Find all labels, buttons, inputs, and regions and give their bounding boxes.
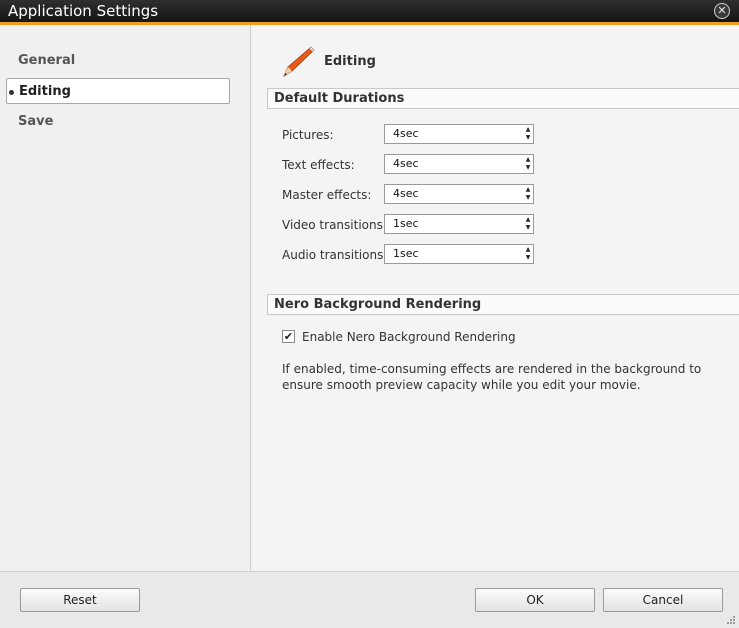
window-title: Application Settings (8, 2, 159, 20)
content-panel: Editing Default Durations Pictures: 4sec… (252, 25, 739, 571)
spinner-value: 1sec (393, 217, 419, 230)
sidebar-item-save[interactable]: Save (6, 109, 230, 135)
page-title: Editing (324, 54, 376, 69)
spinner-value: 4sec (393, 157, 419, 170)
field-label-text-effects: Text effects: (282, 158, 355, 172)
video-transitions-duration-spinner[interactable]: 1sec ▲ ▼ (384, 214, 534, 234)
footer-bar: Reset OK Cancel (0, 571, 739, 628)
enable-background-rendering-checkbox[interactable]: ✔ (282, 330, 295, 343)
spinner-value: 4sec (393, 127, 419, 140)
enable-background-rendering-label[interactable]: Enable Nero Background Rendering (302, 330, 516, 344)
sidebar: General Editing Save (0, 25, 251, 571)
spinner-arrows-icon[interactable]: ▲ ▼ (525, 156, 531, 172)
spinner-arrows-icon[interactable]: ▲ ▼ (525, 126, 531, 142)
section-header-default-durations: Default Durations (267, 88, 739, 109)
resize-grip-icon[interactable] (726, 615, 736, 625)
sidebar-item-label: Editing (19, 84, 71, 99)
cancel-button[interactable]: Cancel (603, 588, 723, 612)
spinner-arrows-icon[interactable]: ▲ ▼ (525, 186, 531, 202)
ok-button[interactable]: OK (475, 588, 595, 612)
background-rendering-description: If enabled, time-consuming effects are r… (282, 362, 702, 392)
text-effects-duration-spinner[interactable]: 4sec ▲ ▼ (384, 154, 534, 174)
section-header-background-rendering: Nero Background Rendering (267, 294, 739, 315)
field-label-master-effects: Master effects: (282, 188, 372, 202)
close-icon[interactable]: ✕ (714, 3, 730, 19)
sidebar-item-label: General (18, 53, 76, 68)
pencil-icon (283, 46, 315, 78)
field-label-pictures: Pictures: (282, 128, 334, 142)
field-label-video-transitions: Video transitions: (282, 218, 387, 232)
pictures-duration-spinner[interactable]: 4sec ▲ ▼ (384, 124, 534, 144)
master-effects-duration-spinner[interactable]: 4sec ▲ ▼ (384, 184, 534, 204)
audio-transitions-duration-spinner[interactable]: 1sec ▲ ▼ (384, 244, 534, 264)
spinner-value: 4sec (393, 187, 419, 200)
spinner-arrows-icon[interactable]: ▲ ▼ (525, 246, 531, 262)
title-bar: Application Settings ✕ (0, 0, 739, 25)
spinner-arrows-icon[interactable]: ▲ ▼ (525, 216, 531, 232)
spinner-value: 1sec (393, 247, 419, 260)
sidebar-item-editing[interactable]: Editing (6, 78, 230, 104)
field-label-audio-transitions: Audio transitions: (282, 248, 388, 262)
reset-button[interactable]: Reset (20, 588, 140, 612)
sidebar-item-general[interactable]: General (6, 48, 230, 74)
sidebar-item-label: Save (18, 114, 54, 129)
selected-bullet-icon (9, 90, 14, 95)
